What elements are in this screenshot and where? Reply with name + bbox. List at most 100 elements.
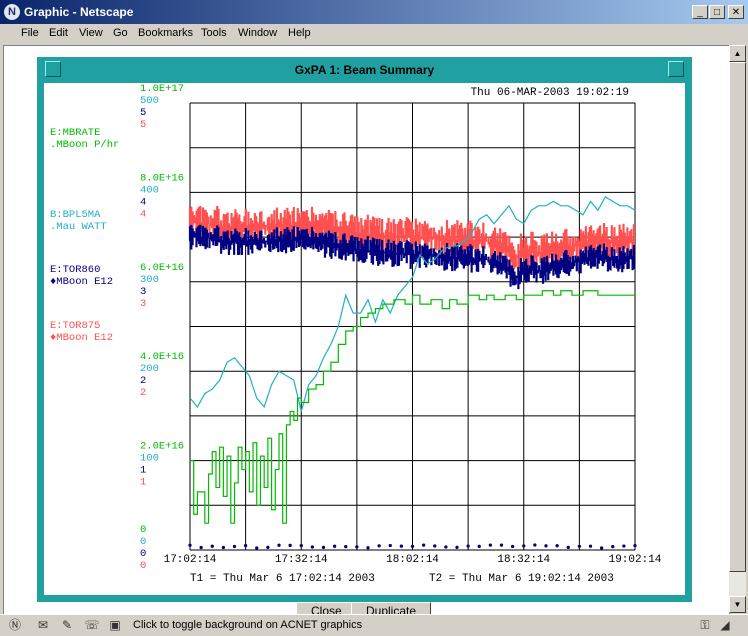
t2-label: T2 = Thu Mar 6 19:02:14 2003: [429, 573, 614, 585]
y-tick-label: 2.0E+16: [140, 441, 184, 453]
mail-icon[interactable]: ✉: [34, 618, 52, 632]
y-tick-label: 4: [140, 196, 146, 208]
scroll-thumb[interactable]: [729, 62, 746, 572]
y-tick-label: 8.0E+16: [140, 172, 184, 184]
series-zero-mark-E:TOR860: [455, 545, 459, 549]
series-zero-mark-E:TOR860: [321, 545, 326, 550]
x-tick-label: 18:02:14: [386, 554, 439, 566]
menu-help[interactable]: Help: [288, 27, 311, 39]
series-zero-mark-E:TOR860: [244, 543, 248, 548]
series-zero-mark-E:TOR860: [555, 544, 559, 548]
y-tick-label: 3: [140, 286, 146, 298]
menu-bar: File Edit View Go Bookmarks Tools Window…: [0, 24, 748, 44]
series-zero-mark-E:TOR860: [277, 543, 281, 547]
y-tick-label: 1.0E+17: [140, 83, 184, 95]
series-zero-mark-E:TOR860: [622, 544, 626, 548]
graph-datetime: Thu 06-MAR-2003 19:02:19: [471, 87, 629, 99]
netscape-status-icon[interactable]: Ⓝ: [6, 618, 24, 632]
scroll-up-button[interactable]: ▲: [729, 45, 746, 62]
y-tick-label: 2: [140, 375, 146, 387]
y-tick-label: 100: [140, 453, 159, 465]
security-icon[interactable]: ⚿: [696, 618, 714, 632]
legend-label-tor875: E:TOR875: [50, 320, 100, 332]
maximize-button[interactable]: □: [709, 5, 725, 19]
menu-edit[interactable]: Edit: [49, 27, 68, 39]
x-tick-label: 18:32:14: [497, 554, 550, 566]
y-tick-label: 4: [140, 208, 146, 220]
y-tick-label: 300: [140, 274, 159, 286]
series-zero-mark-E:TOR860: [522, 544, 526, 548]
graph-window-title: GxPA 1: Beam Summary: [294, 63, 435, 77]
scroll-down-button[interactable]: ▼: [729, 596, 746, 613]
series-zero-mark-E:TOR860: [511, 544, 515, 549]
series-zero-mark-E:TOR860: [310, 545, 314, 549]
series-zero-mark-E:TOR860: [433, 544, 437, 548]
connection-icon: ▣: [109, 618, 121, 632]
graph-window: GxPA 1: Beam Summary Thu 06-MAR-2003 19:…: [37, 57, 692, 602]
x-tick-label: 17:02:14: [164, 554, 217, 566]
menu-tools[interactable]: Tools: [201, 27, 227, 39]
series-zero-mark-E:TOR860: [611, 545, 615, 549]
legend-label-tor875: ♦MBoon E12: [50, 332, 113, 344]
y-tick-label: 5: [140, 119, 146, 131]
series-zero-mark-E:TOR860: [477, 544, 481, 548]
series-zero-mark-E:TOR860: [210, 544, 214, 548]
series-zero-mark-E:TOR860: [377, 544, 381, 548]
series-zero-mark-E:TOR860: [544, 544, 548, 548]
y-tick-label: 3: [140, 298, 146, 310]
composer-icon[interactable]: ✎: [58, 618, 76, 632]
y-tick-label: 1: [140, 465, 146, 477]
series-zero-mark-E:TOR860: [466, 544, 470, 548]
menu-window[interactable]: Window: [238, 27, 277, 39]
series-zero-mark-E:TOR860: [288, 543, 292, 547]
y-tick-label: 0: [140, 536, 146, 548]
y-tick-label: 0: [140, 524, 146, 536]
y-tick-label: 5: [140, 107, 146, 119]
series-zero-mark-E:TOR860: [488, 543, 492, 547]
close-button[interactable]: ✕: [728, 5, 744, 19]
series-zero-mark-E:TOR860: [188, 543, 192, 547]
graph-canvas[interactable]: Thu 06-MAR-2003 19:02:19 0 2.0E+16 4.0E+16 6…: [44, 83, 685, 595]
y-tick-label: 2: [140, 387, 146, 399]
series-zero-mark-E:TOR860: [399, 544, 403, 548]
graph-window-titlebar: GxPA 1: Beam Summary: [37, 57, 692, 83]
series-zero-mark-E:TOR860: [355, 545, 359, 549]
netscape-icon: N: [4, 4, 20, 20]
legend-label-mbrate: .MBoon P/hr: [50, 139, 119, 151]
y-tick-label: 400: [140, 184, 159, 196]
menu-bookmarks[interactable]: Bookmarks: [138, 27, 193, 39]
series-zero-mark-E:TOR860: [566, 545, 570, 549]
series-zero-mark-E:TOR860: [299, 544, 303, 548]
y-tick-label: 500: [140, 95, 159, 107]
y-tick-label: 6.0E+16: [140, 262, 184, 274]
series-zero-mark-E:TOR860: [255, 546, 259, 550]
graph-maximize-button[interactable]: [668, 61, 684, 77]
address-book-icon[interactable]: ☏: [83, 618, 101, 632]
series-zero-mark-E:TOR860: [266, 545, 270, 549]
series-zero-mark-E:TOR860: [533, 543, 537, 547]
series-zero-mark-E:TOR860: [600, 546, 604, 550]
vertical-scrollbar[interactable]: ▲ ▼: [729, 45, 746, 613]
window-titlebar: N Graphic - Netscape _ □ ✕: [0, 0, 748, 24]
t1-label: T1 = Thu Mar 6 17:02:14 2003: [190, 573, 375, 585]
series-zero-mark-E:TOR860: [577, 544, 581, 548]
series-zero-mark-E:TOR860: [588, 544, 593, 548]
y-tick-label: 0: [140, 560, 146, 572]
y-tick-label: 1: [140, 477, 146, 489]
status-bar: Ⓝ ✉ ✎ ☏ ▣ Click to toggle background on …: [0, 614, 748, 636]
resize-grip-icon: ◢: [720, 618, 730, 632]
y-tick-label: 200: [140, 363, 159, 375]
menu-file[interactable]: File: [21, 27, 39, 39]
minimize-button[interactable]: _: [692, 5, 708, 19]
series-zero-mark-E:TOR860: [499, 543, 504, 547]
status-text: Click to toggle background on ACNET grap…: [133, 619, 363, 631]
legend-label-bpl5ma: B:BPL5MA: [50, 209, 101, 221]
beam-summary-chart: Thu 06-MAR-2003 19:02:19 0 2.0E+16 4.0E+16 6…: [50, 83, 662, 585]
menu-view[interactable]: View: [79, 27, 103, 39]
series-zero-mark-E:TOR860: [344, 545, 348, 549]
series-zero-mark-E:TOR860: [333, 544, 337, 548]
legend-label-tor860: E:TOR860: [50, 264, 100, 276]
x-tick-label: 19:02:14: [609, 554, 662, 566]
series-zero-mark-E:TOR860: [221, 545, 225, 550]
menu-go[interactable]: Go: [113, 27, 128, 39]
